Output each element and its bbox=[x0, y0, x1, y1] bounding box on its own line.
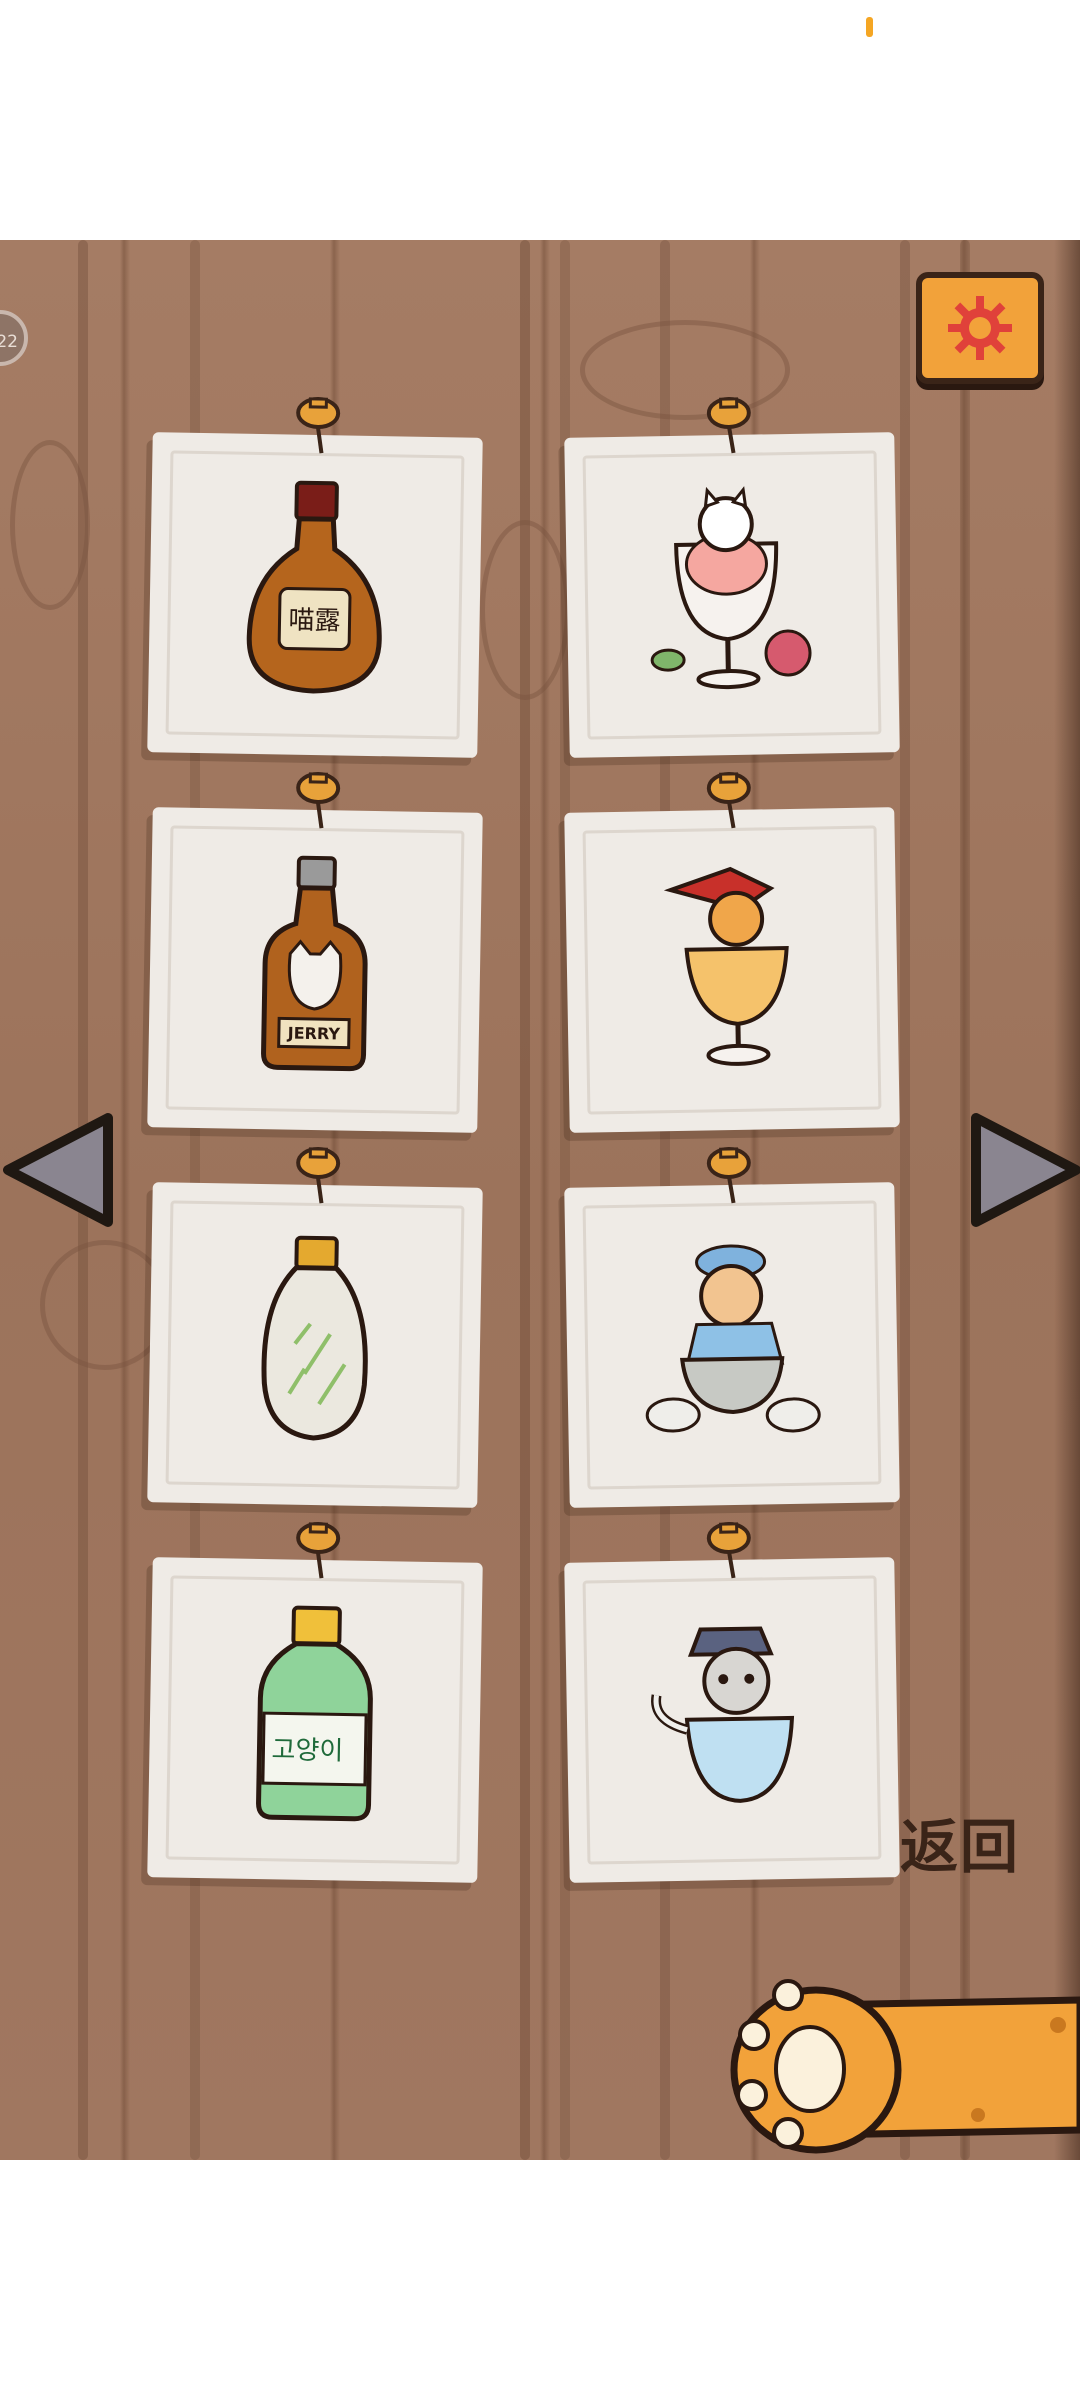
cat-wine-glass-icon bbox=[650, 485, 812, 689]
pushpin-icon bbox=[706, 1522, 751, 1579]
pushpin-icon bbox=[296, 397, 341, 454]
pushpin-icon bbox=[296, 1147, 341, 1204]
liquor-bottle-icon: 喵露 bbox=[246, 480, 382, 694]
level-badge[interactable]: 22 bbox=[0, 310, 28, 366]
collection-card[interactable] bbox=[564, 1147, 900, 1508]
bottle-label: 고양이 bbox=[271, 1735, 343, 1766]
pushpin-icon bbox=[706, 397, 751, 454]
collection-card[interactable]: 喵露 bbox=[147, 397, 483, 758]
pushpin-icon bbox=[706, 772, 751, 829]
triangle-left-icon bbox=[3, 1113, 113, 1227]
triangle-right-icon bbox=[971, 1113, 1080, 1227]
cat-tea-cup-icon bbox=[645, 1244, 821, 1433]
settings-button[interactable] bbox=[916, 272, 1044, 384]
back-button[interactable] bbox=[728, 1965, 1080, 2155]
bottle-label: 喵露 bbox=[288, 605, 341, 636]
collection-card[interactable] bbox=[564, 1522, 900, 1883]
porcelain-bottle-icon bbox=[261, 1235, 368, 1441]
collection-card[interactable] bbox=[564, 397, 900, 758]
next-page-button[interactable] bbox=[964, 1110, 1080, 1230]
whiskey-bottle-icon: JERRY bbox=[261, 855, 368, 1071]
cat-cocktail-icon bbox=[663, 866, 789, 1066]
cat-bowl-icon bbox=[651, 1626, 795, 1803]
back-button-label: 返回 bbox=[900, 1813, 1021, 1881]
collection-card[interactable] bbox=[147, 1147, 483, 1508]
prev-page-button[interactable] bbox=[0, 1110, 120, 1230]
soju-bottle-icon: 고양이 bbox=[256, 1605, 373, 1821]
collection-card[interactable]: 고양이 bbox=[147, 1522, 483, 1883]
collection-card[interactable]: JERRY bbox=[147, 772, 483, 1133]
status-indicator bbox=[866, 17, 873, 37]
bottle-label: JERRY bbox=[287, 1023, 341, 1043]
pushpin-icon bbox=[296, 1522, 341, 1579]
pushpin-icon bbox=[706, 1147, 751, 1204]
pushpin-icon bbox=[296, 772, 341, 829]
collection-card[interactable] bbox=[564, 772, 900, 1133]
gear-icon bbox=[948, 296, 1012, 360]
